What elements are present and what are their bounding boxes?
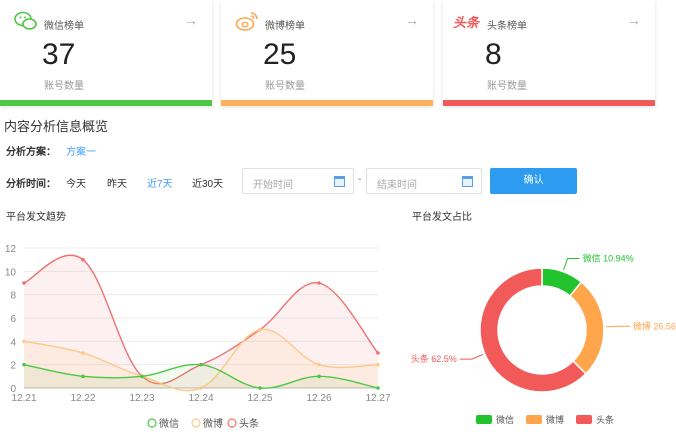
- time-label: 分析时间：: [6, 179, 56, 190]
- x-tick-label: 12.23: [129, 393, 154, 404]
- legend-label[interactable]: 微博: [203, 417, 223, 430]
- x-tick-label: 12.27: [365, 393, 390, 404]
- legend-marker[interactable]: [191, 418, 201, 428]
- data-point[interactable]: [317, 281, 321, 285]
- calendar-icon[interactable]: [462, 176, 473, 187]
- plan-label: 分析方案：: [6, 147, 56, 158]
- legend-marker[interactable]: [227, 418, 237, 428]
- card-color-bar: [443, 100, 655, 106]
- section-title: 内容分析信息概览: [4, 119, 109, 134]
- card-subtitle: 账号数量: [44, 81, 84, 92]
- date-separator: -: [358, 174, 362, 185]
- data-point[interactable]: [258, 327, 262, 332]
- arrow-right-icon[interactable]: →: [627, 12, 641, 28]
- data-point[interactable]: [81, 374, 85, 379]
- pie-label-line: [563, 257, 580, 270]
- pie-label-line: [459, 354, 484, 360]
- y-tick-label: 8: [10, 291, 16, 302]
- x-tick-label: 12.22: [70, 393, 95, 404]
- data-point[interactable]: [317, 374, 321, 379]
- legend-marker[interactable]: [576, 415, 592, 424]
- wechat-card[interactable]: 微信榜单 → 37 账号数量: [0, 0, 212, 106]
- time-option-yesterday[interactable]: 昨天: [107, 175, 127, 190]
- legend-label[interactable]: 微信: [159, 417, 179, 430]
- wechat-icon: [14, 11, 37, 30]
- time-option-7days[interactable]: 近7天: [147, 175, 173, 190]
- data-point[interactable]: [258, 386, 262, 390]
- legend-label[interactable]: 微博: [546, 414, 564, 425]
- pie-slice[interactable]: [568, 281, 605, 375]
- pie-label-line: [605, 325, 630, 328]
- time-option-today[interactable]: 今天: [66, 175, 86, 190]
- pie-label: 头条 62.5%: [411, 353, 457, 364]
- card-value: 8: [485, 38, 502, 71]
- toutiao-card[interactable]: 头条 头条榜单 → 8 账号数量: [443, 0, 655, 106]
- weibo-card[interactable]: 微博榜单 → 25 账号数量: [221, 0, 433, 106]
- plan-link[interactable]: 方案一: [66, 143, 96, 158]
- card-value: 37: [42, 38, 76, 71]
- card-subtitle: 账号数量: [487, 81, 527, 92]
- card-title: 微博榜单: [265, 21, 305, 32]
- weibo-icon: [235, 12, 258, 31]
- arrow-right-icon[interactable]: →: [184, 12, 198, 28]
- y-tick-label: 2: [10, 361, 16, 372]
- data-point[interactable]: [199, 362, 203, 367]
- card-color-bar: [0, 100, 212, 106]
- card-title: 微信榜单: [44, 21, 84, 32]
- data-point[interactable]: [376, 386, 380, 390]
- start-date-input[interactable]: 开始时间: [242, 168, 354, 194]
- arrow-right-icon[interactable]: →: [405, 12, 419, 28]
- data-point[interactable]: [22, 281, 26, 285]
- y-tick-label: 10: [5, 267, 17, 278]
- toutiao-icon: 头条: [453, 15, 480, 30]
- legend-marker[interactable]: [476, 415, 492, 424]
- legend-label[interactable]: 头条: [596, 414, 614, 425]
- card-title: 头条榜单: [487, 21, 527, 32]
- x-tick-label: 12.26: [306, 393, 331, 404]
- x-tick-label: 12.24: [188, 393, 213, 404]
- time-option-30days[interactable]: 近30天: [192, 175, 223, 190]
- start-date-placeholder: 开始时间: [253, 180, 293, 191]
- data-point[interactable]: [140, 374, 144, 379]
- data-point[interactable]: [376, 362, 380, 367]
- data-point[interactable]: [81, 257, 85, 262]
- end-date-input[interactable]: 结束时间: [366, 168, 482, 194]
- data-point[interactable]: [22, 362, 26, 367]
- ratio-donut-chart: 微信 10.94% 微博 26.56% 头条 62.5% 微信 微博 头条: [411, 252, 676, 425]
- confirm-button[interactable]: 确认: [490, 168, 577, 194]
- card-color-bar: [221, 100, 433, 106]
- legend-marker[interactable]: [526, 415, 542, 424]
- y-tick-label: 12: [5, 244, 17, 255]
- legend-label[interactable]: 头条: [239, 417, 259, 430]
- y-tick-label: 4: [10, 337, 16, 348]
- card-subtitle: 账号数量: [265, 81, 305, 92]
- y-tick-label: 6: [10, 314, 16, 325]
- trend-chart: 02468101212.21 12.22 12.23 12.24 12.25 12.26 1…: [5, 244, 391, 430]
- calendar-icon[interactable]: [334, 176, 345, 187]
- x-tick-label: 12.25: [247, 393, 272, 404]
- pie-label: 微信 10.94%: [583, 252, 634, 263]
- legend-label[interactable]: 微信: [496, 414, 514, 425]
- pie-label: 微博 26.56%: [633, 320, 676, 331]
- end-date-placeholder: 结束时间: [377, 180, 417, 191]
- card-value: 25: [263, 38, 297, 71]
- data-point[interactable]: [376, 351, 380, 355]
- legend-marker[interactable]: [147, 418, 157, 428]
- data-point[interactable]: [22, 339, 26, 344]
- data-point[interactable]: [317, 362, 321, 367]
- x-tick-label: 12.21: [11, 393, 36, 404]
- data-point[interactable]: [81, 351, 85, 355]
